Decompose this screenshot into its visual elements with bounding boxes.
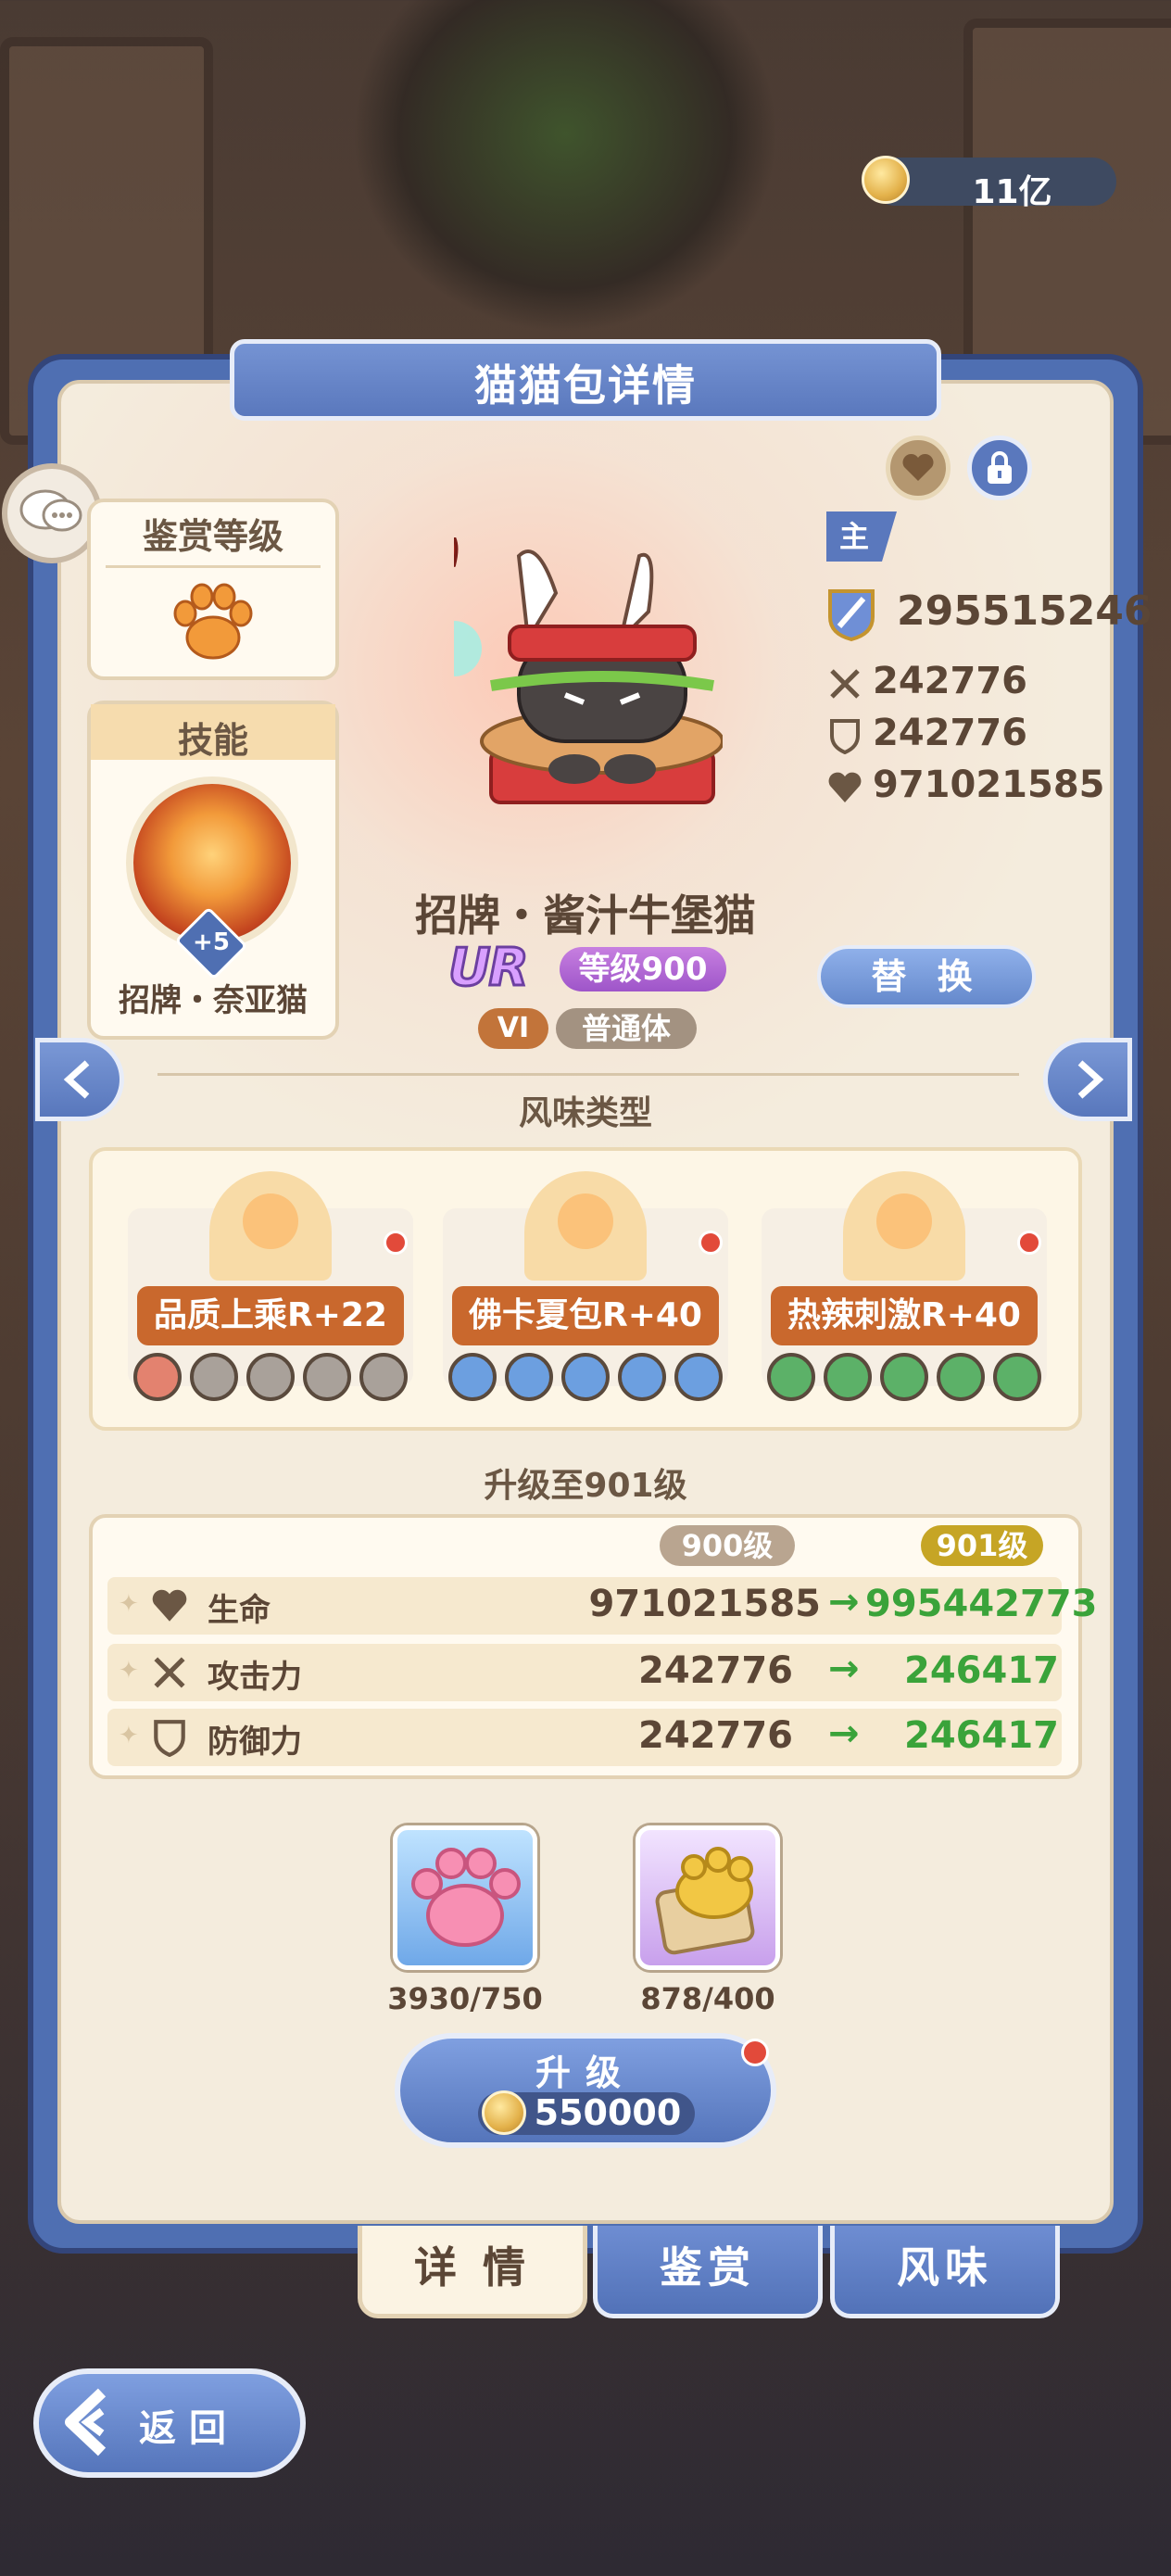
lock-button[interactable] — [967, 436, 1032, 500]
power-icon — [828, 589, 875, 642]
new-value: 246417 — [904, 1649, 1059, 1692]
flavor-card[interactable]: 佛卡夏包R+40 — [443, 1171, 728, 1401]
tab-appreciation[interactable]: 鉴赏 — [593, 2226, 823, 2318]
sparkle-icon: ✦ — [119, 1590, 139, 1618]
material-bread-item[interactable] — [636, 1825, 780, 1970]
sparkle-icon: ✦ — [119, 1657, 139, 1685]
grade-badge: VI — [478, 1008, 548, 1049]
flavor-pips — [767, 1353, 1041, 1401]
back-arrow-icon — [65, 2388, 107, 2456]
current-level-badge: 900级 — [660, 1525, 795, 1566]
skill-level-text: +5 — [193, 928, 230, 956]
notification-dot — [699, 1231, 723, 1255]
flavor-pips — [133, 1353, 408, 1401]
level-badge: 等级900 — [560, 947, 726, 991]
background-burger-stack — [352, 0, 778, 334]
hp-icon — [828, 772, 862, 802]
flavor-icon — [209, 1171, 332, 1281]
upgrade-button-label: 升级 — [535, 2052, 636, 2093]
attack-value: 242776 — [873, 660, 1027, 702]
defense-icon — [830, 719, 860, 754]
arrow-right-icon: → — [828, 1648, 860, 1690]
row-label: 攻击力 — [208, 1659, 302, 1696]
attack-icon — [830, 669, 860, 699]
arrow-right-icon: → — [828, 1581, 860, 1623]
old-value: 242776 — [638, 1714, 793, 1757]
material-paw-item[interactable] — [393, 1825, 537, 1970]
main-tag: 主 — [826, 511, 897, 562]
row-label: 防御力 — [208, 1724, 302, 1761]
character-portrait — [454, 537, 723, 804]
material-count: 3930/750 — [387, 1981, 543, 2016]
flavor-icon — [843, 1171, 965, 1281]
flavor-pips — [448, 1353, 723, 1401]
golden-bread-icon — [655, 1847, 755, 1955]
hp-icon — [152, 1589, 187, 1622]
lock-icon — [988, 451, 1012, 484]
flavor-icon — [524, 1171, 647, 1281]
divider — [157, 1073, 1019, 1076]
flavor-label: 热辣刺激R+40 — [771, 1286, 1038, 1345]
notification-dot — [741, 2039, 769, 2066]
defense-value: 242776 — [873, 712, 1027, 754]
upgrade-title: 升级至901级 — [484, 1467, 687, 1505]
skill-title: 技能 — [177, 720, 248, 761]
chat-icon — [19, 489, 82, 532]
material-count: 878/400 — [640, 1981, 775, 2016]
page-title: 猫猫包详情 — [474, 360, 697, 410]
pink-paw-icon — [411, 1848, 521, 1947]
defense-icon — [154, 1720, 185, 1757]
replace-button[interactable]: 替 换 — [817, 945, 1036, 1008]
tab-details[interactable]: 详 情 — [358, 2226, 587, 2318]
flavor-label: 品质上乘R+22 — [137, 1286, 404, 1345]
coin-icon — [482, 2090, 526, 2135]
new-value: 246417 — [904, 1714, 1059, 1757]
type-badge: 普通体 — [556, 1008, 697, 1049]
upgrade-cost: 550000 — [534, 2092, 682, 2133]
old-value: 971021585 — [588, 1583, 822, 1625]
new-value: 995442773 — [865, 1583, 1098, 1625]
paw-icon — [173, 583, 253, 660]
flavor-card[interactable]: 热辣刺激R+40 — [762, 1171, 1047, 1401]
sparkle-icon: ✦ — [119, 1722, 139, 1749]
appreciation-level-title: 鉴赏等级 — [142, 516, 283, 557]
notification-dot — [384, 1231, 408, 1255]
attack-icon — [154, 1657, 185, 1688]
favorite-button[interactable] — [886, 436, 951, 500]
arrow-right-icon: → — [828, 1712, 860, 1755]
hp-value: 971021585 — [873, 764, 1105, 806]
notification-dot — [1017, 1231, 1041, 1255]
old-value: 242776 — [638, 1649, 793, 1692]
rarity-badge: UR — [447, 937, 531, 1000]
row-label: 生命 — [208, 1592, 271, 1629]
skill-name: 招牌・奈亚猫 — [119, 982, 308, 1019]
tab-flavor[interactable]: 风味 — [830, 2226, 1060, 2318]
divider — [106, 565, 321, 568]
power-value: 295515246 — [897, 587, 1152, 635]
currency-counter[interactable]: 11亿 — [862, 156, 1116, 211]
flavor-card[interactable]: 品质上乘R+22 — [128, 1171, 413, 1401]
flavor-section-title: 风味类型 — [518, 1094, 652, 1132]
currency-value: 11亿 — [972, 173, 1052, 211]
character-name: 招牌・酱汁牛堡猫 — [415, 890, 756, 941]
heart-icon — [902, 453, 934, 481]
next-level-badge: 901级 — [921, 1525, 1043, 1566]
back-label: 返回 — [139, 2407, 239, 2450]
flavor-label: 佛卡夏包R+40 — [452, 1286, 719, 1345]
